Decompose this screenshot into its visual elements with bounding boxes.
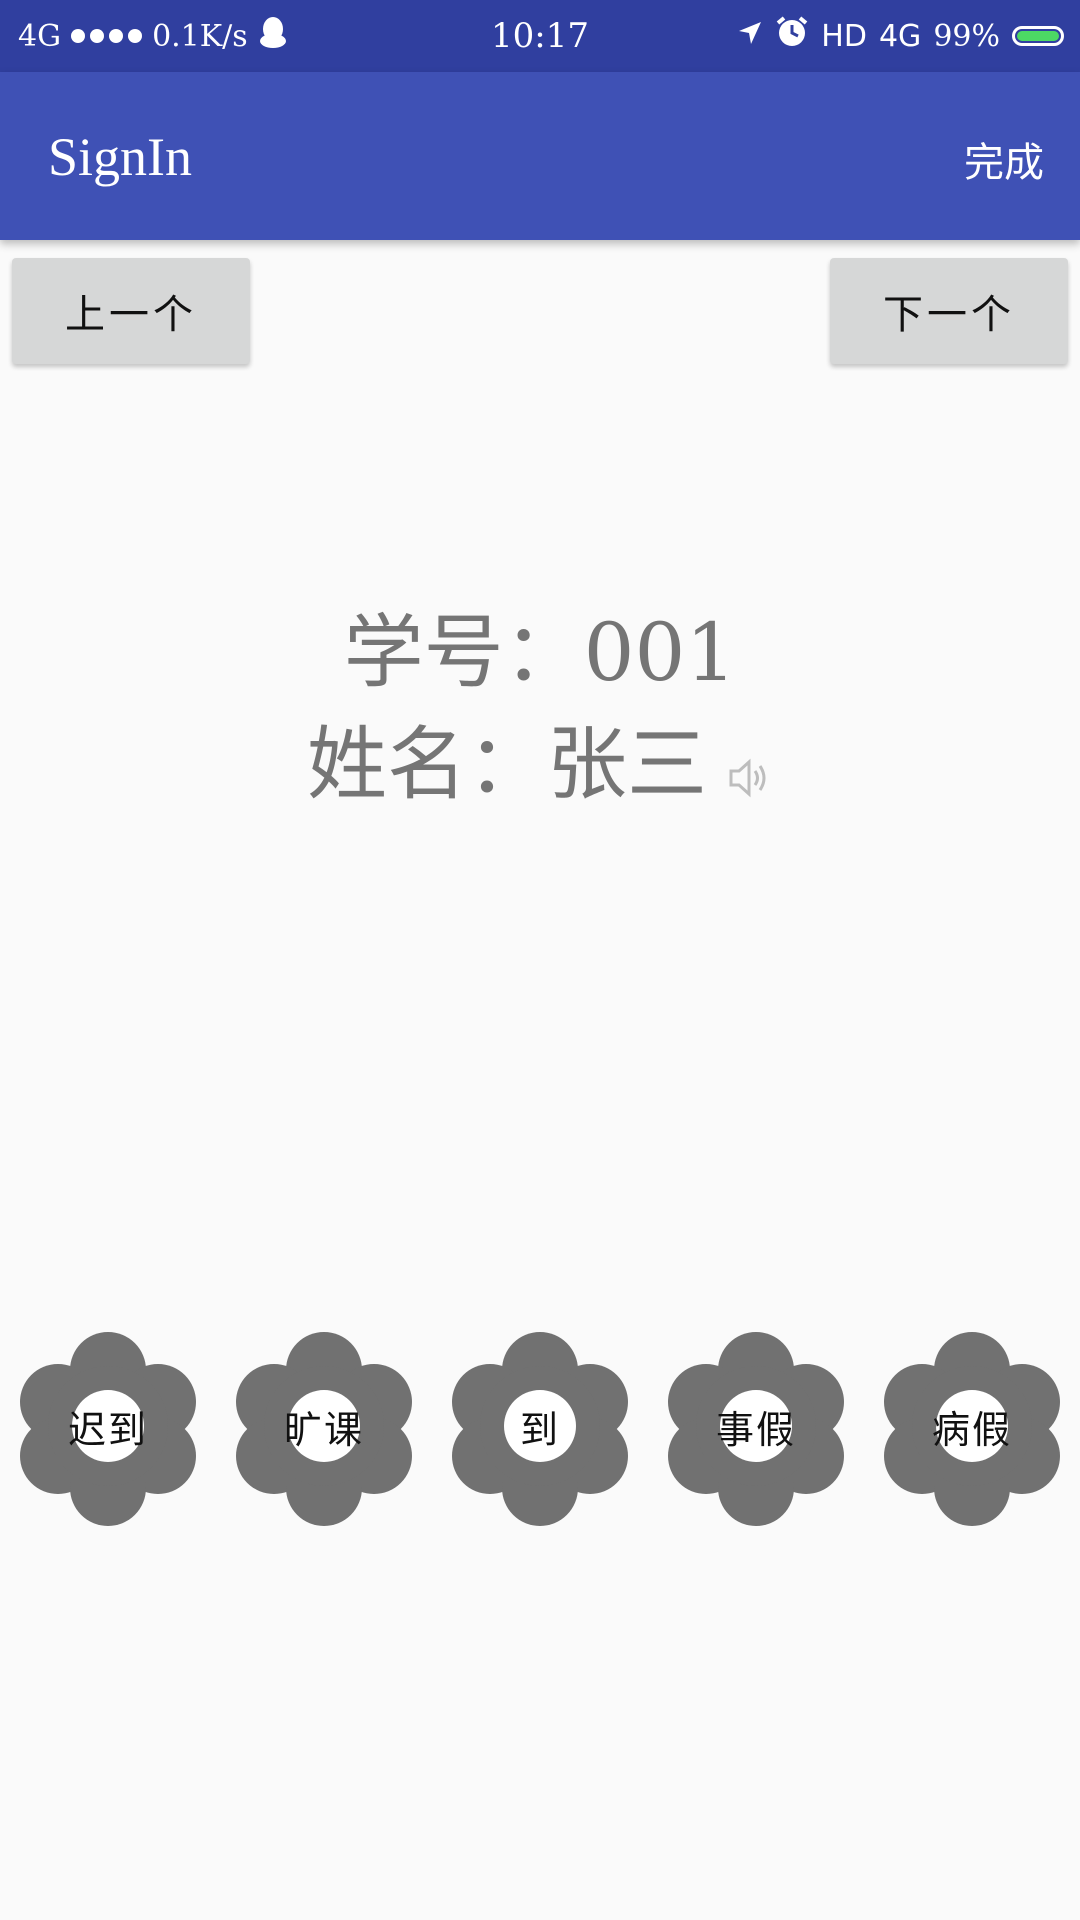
next-button[interactable]: 下一个: [830, 258, 1068, 364]
battery-percent: 99%: [933, 18, 1000, 54]
student-id-label: 学号：: [343, 606, 584, 699]
status-right: HD 4G 99%: [737, 0, 1064, 72]
option-sick-leave-button[interactable]: 病假: [882, 1320, 1062, 1532]
done-button[interactable]: 完成: [964, 130, 1044, 188]
status-bar: 4G 0.1K/s 10:17 HD 4G 99%: [0, 0, 1080, 72]
hd-indicator: HD: [821, 18, 867, 54]
student-name-line: 姓名：张三: [0, 700, 1080, 818]
student-id-value: 001: [583, 606, 737, 699]
student-name-value: 张三: [547, 718, 707, 811]
previous-button[interactable]: 上一个: [12, 258, 250, 364]
location-arrow-icon: [737, 19, 763, 54]
option-label: 病假: [931, 1407, 1012, 1452]
student-id-line: 学号：001: [0, 588, 1080, 704]
option-label: 迟到: [67, 1407, 148, 1452]
network-type-right: 4G: [878, 18, 922, 54]
option-late-button[interactable]: 迟到: [18, 1320, 198, 1532]
student-name-label: 姓名：: [307, 718, 547, 811]
speaker-icon[interactable]: [727, 725, 773, 818]
option-absent-button[interactable]: 旷课: [234, 1320, 414, 1532]
attendance-options: 迟到 旷课 到 事假 病假: [0, 1320, 1080, 1532]
option-label: 到: [519, 1407, 560, 1452]
battery-icon: [1012, 26, 1064, 46]
alarm-clock-icon: [775, 15, 809, 57]
option-label: 事假: [715, 1407, 796, 1452]
option-personal-leave-button[interactable]: 事假: [666, 1320, 846, 1532]
app-title: SignIn: [48, 127, 193, 187]
option-present-button[interactable]: 到: [450, 1320, 630, 1532]
option-label: 旷课: [283, 1407, 364, 1452]
app-bar: SignIn 完成: [0, 72, 1080, 240]
